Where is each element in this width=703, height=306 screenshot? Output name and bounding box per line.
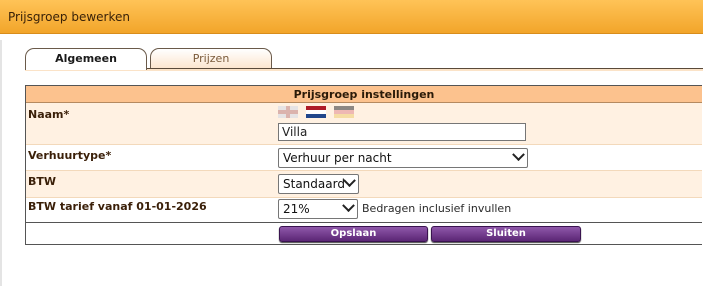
row-verhuurtype: Verhuurtype* Verhuur per nacht <box>26 145 702 170</box>
btw-note: Bedragen inclusief invullen <box>362 202 512 215</box>
verhuurtype-label: Verhuurtype* <box>28 149 112 162</box>
row-btw: BTW Standaard <box>26 171 702 197</box>
flag-nl-icon[interactable] <box>306 106 327 118</box>
section-header: Prijsgroep instellingen <box>26 86 702 103</box>
btw-tarief-value: 21% <box>283 202 310 216</box>
flag-de-icon[interactable] <box>334 106 355 118</box>
btw-select[interactable]: Standaard <box>278 174 359 194</box>
tab-prijzen[interactable]: Prijzen <box>150 48 272 68</box>
chevron-down-icon <box>512 148 525 162</box>
btw-value: Standaard <box>283 177 345 191</box>
verhuurtype-value: Verhuur per nacht <box>283 151 392 165</box>
row-naam: Naam* <box>26 103 702 144</box>
verhuurtype-select[interactable]: Verhuur per nacht <box>278 148 528 168</box>
row-btw-tarief: BTW tarief vanaf 01-01-2026 21% Bedragen… <box>26 198 702 222</box>
tab-algemeen[interactable]: Algemeen <box>25 48 147 70</box>
close-button[interactable]: Sluiten <box>431 226 581 242</box>
row-divider <box>26 222 702 223</box>
settings-panel: Prijsgroep instellingen Naam* Verhuurtyp… <box>25 85 702 245</box>
naam-label: Naam* <box>28 108 70 121</box>
naam-input[interactable] <box>278 123 526 141</box>
chevron-down-icon <box>342 199 355 213</box>
flag-uk-icon[interactable] <box>278 106 298 118</box>
language-flags <box>278 106 357 118</box>
left-border <box>0 40 2 286</box>
btw-tarief-label: BTW tarief vanaf 01-01-2026 <box>28 200 207 213</box>
btw-label: BTW <box>28 175 57 188</box>
chevron-down-icon <box>343 174 356 188</box>
window-title: Prijsgroep bewerken <box>8 10 130 24</box>
window-titlebar: Prijsgroep bewerken <box>0 0 703 34</box>
save-button[interactable]: Opslaan <box>279 226 428 242</box>
btw-tarief-select[interactable]: 21% <box>278 199 358 219</box>
